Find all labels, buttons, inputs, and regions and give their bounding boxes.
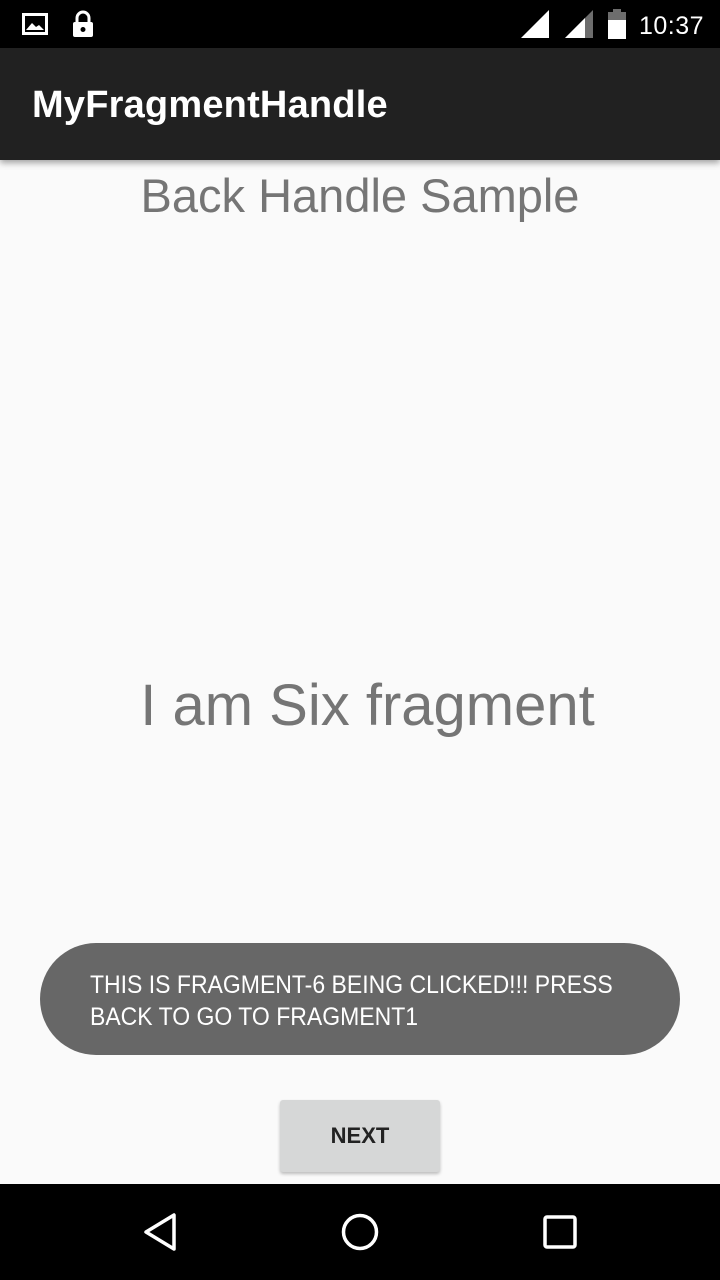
next-button[interactable]: NEXT [280, 1100, 440, 1172]
app-title: MyFragmentHandle [32, 84, 388, 126]
battery-icon [607, 8, 627, 45]
status-bar: 10:37 [0, 0, 720, 48]
signal-icon [563, 8, 595, 45]
app-bar: MyFragmentHandle [0, 48, 720, 160]
navigation-bar [0, 1184, 720, 1280]
home-icon[interactable] [340, 1212, 380, 1252]
page-heading: Back Handle Sample [140, 169, 580, 222]
back-icon[interactable] [140, 1212, 180, 1252]
toast-message: THIS IS FRAGMENT-6 BEING CLICKED!!! PRES… [90, 971, 613, 1031]
toast: THIS IS FRAGMENT-6 BEING CLICKED!!! PRES… [40, 943, 680, 1055]
signal-icon [519, 8, 551, 45]
lock-icon [72, 10, 94, 43]
recents-icon[interactable] [540, 1212, 580, 1252]
clock: 10:37 [638, 12, 704, 40]
image-icon [22, 13, 48, 40]
fragment-label: I am Six fragment [140, 673, 595, 738]
